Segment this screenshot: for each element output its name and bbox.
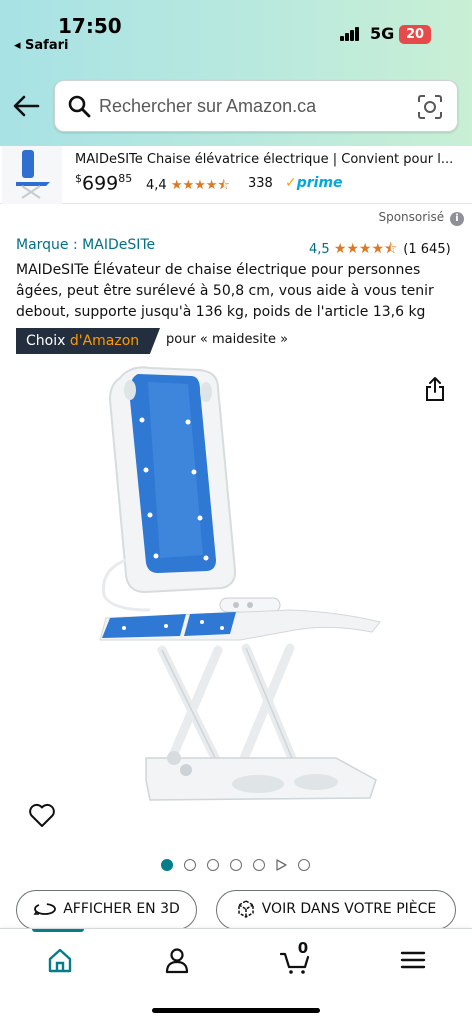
product-rating[interactable]: 4,5 ★★★★⯪ (1 645) xyxy=(309,238,451,262)
sticky-product-rating: 4,4 ★★★★⯪ xyxy=(146,178,230,193)
ar-cube-icon xyxy=(237,900,254,918)
home-indicator xyxy=(152,1008,320,1013)
choice-keyword: pour « maidesite » xyxy=(166,332,289,347)
camera-lens-icon[interactable] xyxy=(417,94,443,120)
carousel-dot[interactable] xyxy=(298,859,310,871)
battery-icon: 20 xyxy=(399,25,431,44)
carousel-dot[interactable] xyxy=(207,859,219,871)
search-placeholder: Rechercher sur Amazon.ca xyxy=(99,96,317,116)
active-tab-indicator xyxy=(32,929,84,932)
account-icon[interactable] xyxy=(162,945,192,975)
carousel-dot[interactable] xyxy=(230,859,242,871)
search-icon xyxy=(68,95,91,118)
heart-icon[interactable] xyxy=(28,802,56,828)
sticky-product-title: MAIDeSITe Chaise élévatrice électrique |… xyxy=(75,152,454,167)
sticky-product-price: $69985 xyxy=(75,172,133,195)
rating-stars-icon: ★★★★⯪ xyxy=(333,241,398,257)
search-input[interactable]: Rechercher sur Amazon.ca xyxy=(54,80,458,132)
network-type: 5G xyxy=(370,24,395,43)
info-icon: i xyxy=(450,212,464,226)
share-icon[interactable] xyxy=(424,376,446,402)
carousel-dot[interactable] xyxy=(184,859,196,871)
home-icon[interactable] xyxy=(45,945,75,975)
product-title: MAIDeSITe Élévateur de chaise électrique… xyxy=(16,262,434,320)
view-in-room-button[interactable]: VOIR DANS VOTRE PIÈCE xyxy=(216,890,456,930)
view-3d-button[interactable]: AFFICHER EN 3D xyxy=(16,890,197,930)
status-bar: 17:50 ◂ Safari 5G 20 xyxy=(0,0,472,60)
product-image[interactable] xyxy=(90,360,390,840)
carousel-dot-active[interactable] xyxy=(161,859,173,871)
prime-badge: ✓prime xyxy=(285,175,343,191)
carousel-dot[interactable] xyxy=(253,859,265,871)
rotate-3d-icon xyxy=(33,903,57,915)
sticky-product-bar[interactable]: MAIDeSITe Chaise élévatrice électrique |… xyxy=(0,146,472,204)
menu-icon[interactable] xyxy=(398,945,428,975)
status-time: 17:50 xyxy=(58,14,122,38)
product-thumbnail xyxy=(2,146,62,204)
brand-link[interactable]: Marque : MAIDeSITe xyxy=(16,237,155,253)
signal-icon xyxy=(340,27,360,41)
sponsored-label[interactable]: Sponsorisé i xyxy=(378,210,464,226)
back-to-safari-link[interactable]: ◂ Safari xyxy=(14,38,68,53)
sticky-review-count: 338 xyxy=(248,176,273,191)
cart-count: 0 xyxy=(297,939,309,957)
video-play-icon[interactable] xyxy=(275,859,287,871)
back-arrow-icon[interactable] xyxy=(12,94,40,118)
amazons-choice-badge: Choix d'Amazon xyxy=(16,328,160,354)
rating-stars-icon: ★★★★⯪ xyxy=(170,178,230,193)
